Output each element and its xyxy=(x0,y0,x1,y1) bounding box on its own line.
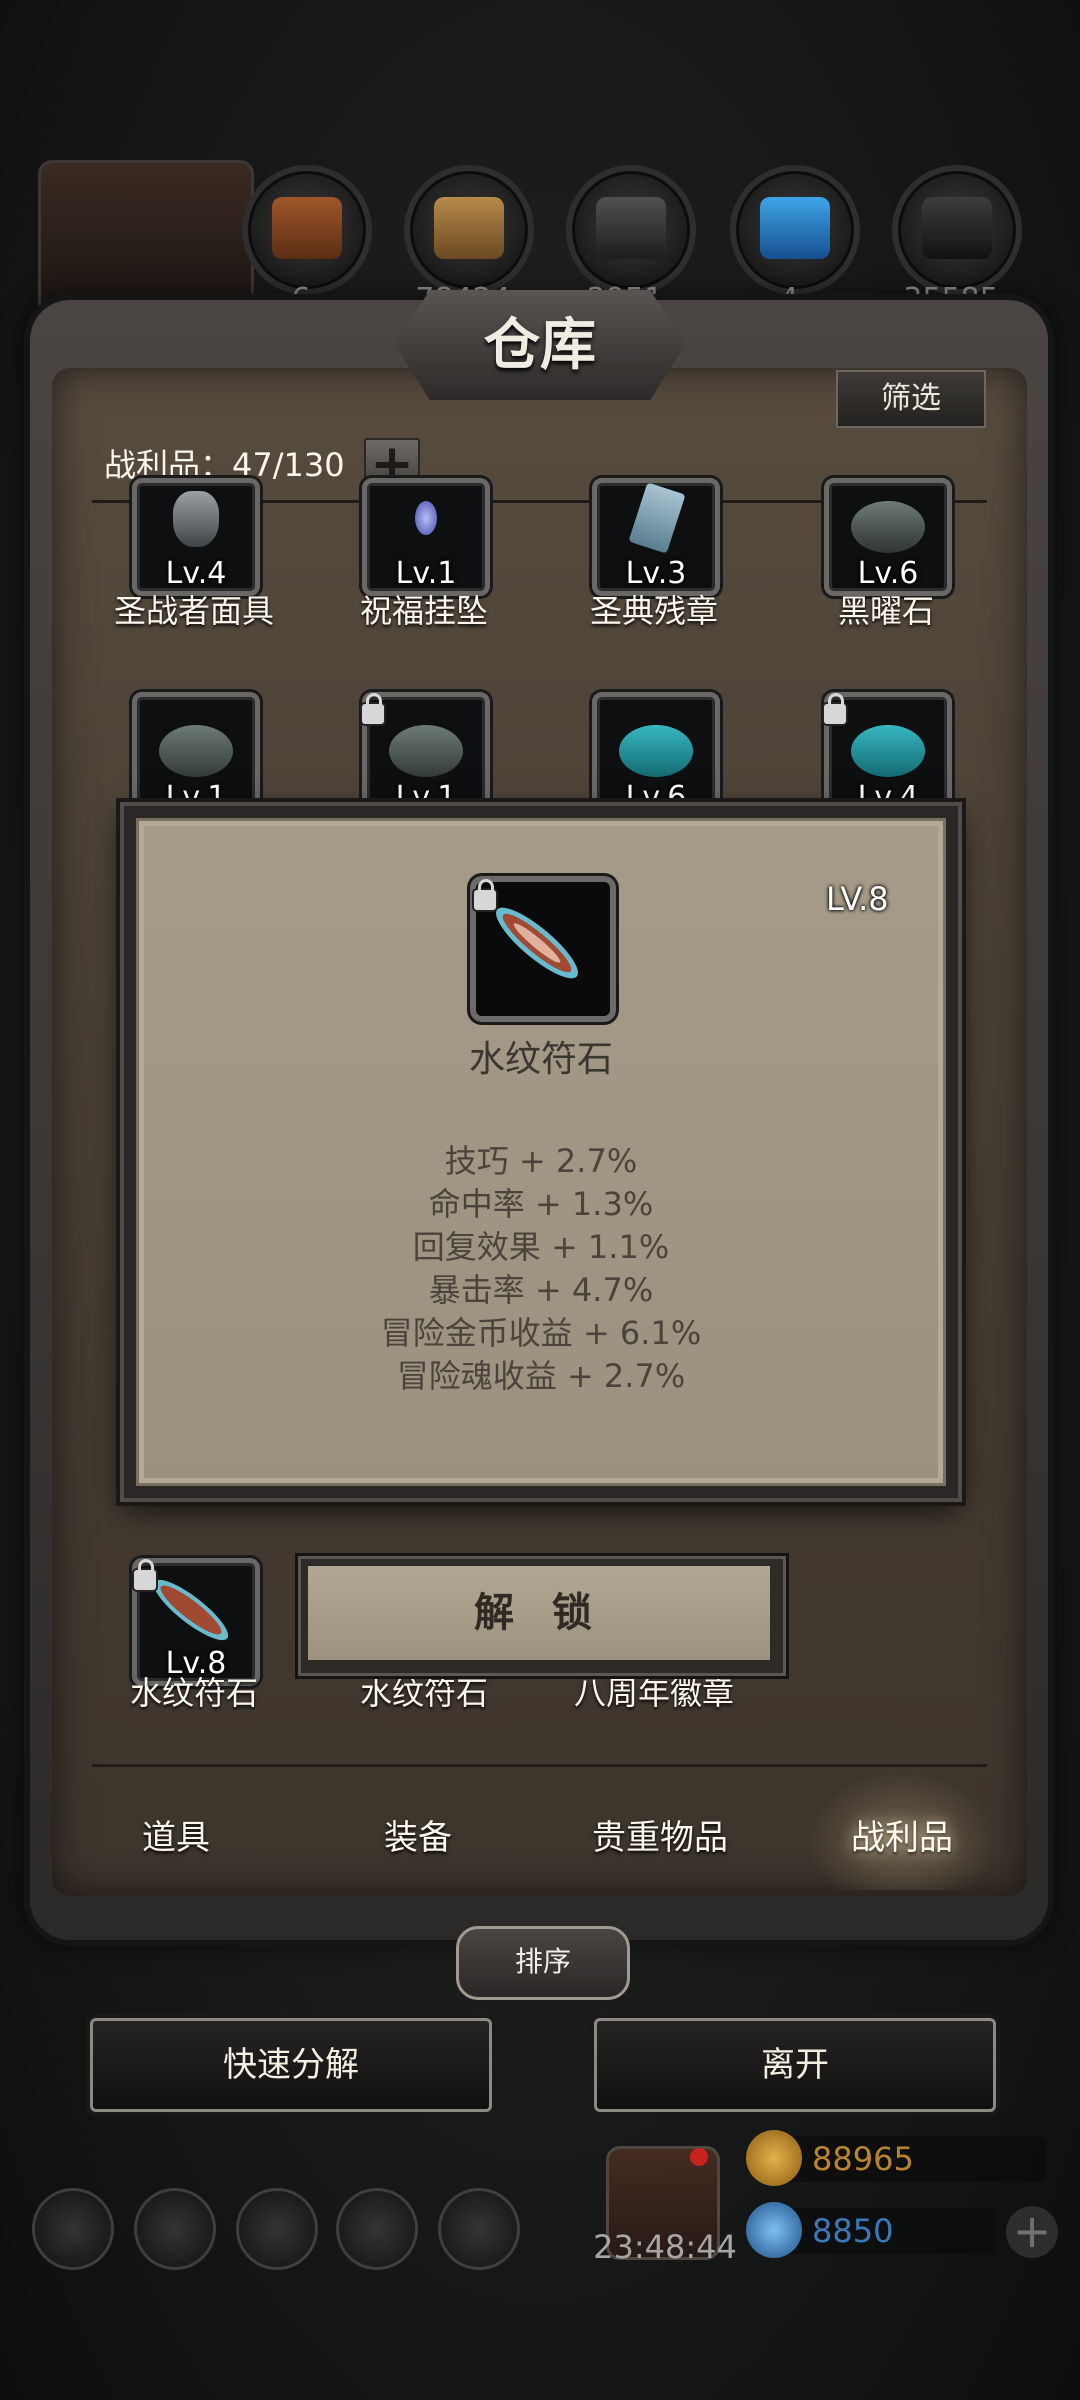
item-slot[interactable]: Lv.1 xyxy=(362,478,490,596)
stat-line: 命中率 + 1.3% xyxy=(428,1185,654,1223)
guild-icon[interactable] xyxy=(236,2188,318,2270)
shop-icon[interactable] xyxy=(438,2188,520,2270)
iron-resource-icon[interactable] xyxy=(566,165,696,295)
filter-button[interactable]: 筛选 xyxy=(836,370,986,428)
stat-line: 冒险金币收益 + 6.1% xyxy=(380,1314,702,1352)
mail-icon[interactable] xyxy=(336,2188,418,2270)
lock-icon xyxy=(134,1559,156,1590)
tab-valuables[interactable]: 贵重物品 xyxy=(550,1810,770,1859)
item-slot[interactable]: Lv.1 xyxy=(132,692,260,820)
pendant-icon xyxy=(415,501,437,535)
obsidian-icon xyxy=(851,501,925,553)
stat-line: 暴击率 + 4.7% xyxy=(428,1271,654,1309)
lock-icon xyxy=(474,879,496,910)
blue-gem-icon xyxy=(746,2202,802,2258)
item-name: 圣典残章 xyxy=(589,592,718,630)
item-name: 圣战者面具 xyxy=(113,592,274,630)
gift-timer: 23:48:44 xyxy=(593,2228,737,2266)
lock-icon xyxy=(824,693,846,724)
tab-items[interactable]: 道具 xyxy=(66,1810,286,1859)
settings-icon[interactable] xyxy=(32,2188,114,2270)
detail-item-name: 水纹符石 xyxy=(468,1039,613,1080)
gem-amount: 8850 xyxy=(812,2212,894,2250)
grid-bottom-divider xyxy=(92,1764,987,1767)
item-slot[interactable]: Lv.6 xyxy=(592,692,720,820)
achievement-icon[interactable] xyxy=(134,2188,216,2270)
stat-line: 回复效果 + 1.1% xyxy=(412,1228,670,1266)
wood-resource-icon[interactable] xyxy=(242,165,372,295)
gold-amount: 88965 xyxy=(812,2140,914,2178)
ore-resource-icon[interactable] xyxy=(892,165,1022,295)
tab-loot[interactable]: 战利品 xyxy=(792,1810,1012,1859)
teal-gem-icon xyxy=(619,725,693,777)
plank-resource-icon[interactable] xyxy=(404,165,534,295)
gold-coin-icon xyxy=(746,2130,802,2186)
crystal-resource-icon[interactable] xyxy=(730,165,860,295)
gray-gem-icon xyxy=(389,725,463,777)
notification-dot xyxy=(690,2148,708,2166)
item-name: 黑曜石 xyxy=(837,592,934,630)
unlock-button[interactable]: 解 锁 xyxy=(308,1566,770,1660)
mask-icon xyxy=(173,491,219,547)
detail-level: LV.8 xyxy=(826,880,889,918)
scroll-icon xyxy=(628,483,686,554)
gray-gem-icon xyxy=(159,725,233,777)
item-slot[interactable]: Lv.4 xyxy=(132,478,260,596)
lock-icon xyxy=(362,693,384,724)
stat-line: 冒险魂收益 + 2.7% xyxy=(396,1357,686,1395)
tab-equipment[interactable]: 装备 xyxy=(308,1810,528,1859)
item-name: 祝福挂坠 xyxy=(359,592,488,630)
add-currency-button[interactable]: + xyxy=(1006,2206,1058,2258)
quick-decompose-button[interactable]: 快速分解 xyxy=(90,2018,492,2112)
sort-button[interactable]: 排序 xyxy=(456,1926,630,2000)
item-slot[interactable]: Lv.6 xyxy=(824,478,952,596)
item-name: 水纹符石 xyxy=(129,1674,258,1712)
stat-line: 技巧 + 2.7% xyxy=(444,1142,638,1180)
page-title: 仓库 xyxy=(484,312,596,378)
leave-button[interactable]: 离开 xyxy=(594,2018,996,2112)
item-slot[interactable]: Lv.3 xyxy=(592,478,720,596)
teal-gem-icon xyxy=(851,725,925,777)
